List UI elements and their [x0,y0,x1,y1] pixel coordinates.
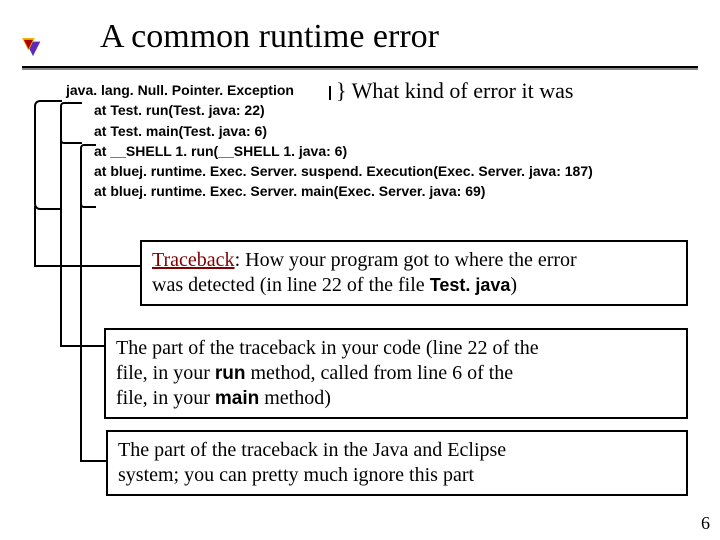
page-number: 6 [701,513,710,534]
callout-user-code: The part of the traceback in your code (… [104,328,688,419]
logo-icon [22,38,44,58]
connector-line [60,140,62,346]
stack-line: at bluej. runtime. Exec. Server. suspend… [66,161,593,181]
text: ) [510,274,517,296]
slide-root: A common runtime error java. lang. Null.… [0,0,720,540]
slide-title: A common runtime error [100,18,439,56]
callout-traceback: Traceback: How your program got to where… [140,240,688,306]
bracket-system-icon [80,144,96,208]
connector-line [34,206,36,266]
text: file, in your [116,362,215,384]
text: was detected (in line 22 of the file [152,274,430,296]
text: The part of the traceback in the Java an… [118,439,506,461]
text: method, called from line 6 of the [245,362,513,384]
connector-line [80,204,82,462]
text: The part of the traceback in your code (… [116,337,539,359]
connector-line [60,345,104,347]
filename-code: Test. java [430,275,511,295]
text: method) [259,387,331,409]
stack-line: at Test. main(Test. java: 6) [66,121,593,141]
bracket-usercode-icon [60,102,82,144]
text: system; you can pretty much ignore this … [118,464,474,486]
annotation-error-kind: } What kind of error it was [336,78,573,104]
text: file, in your [116,387,215,409]
stack-line: at __SHELL 1. run(__SHELL 1. java: 6) [66,141,593,161]
method-code: main [215,388,259,409]
method-code: run [215,363,246,384]
connector-line [80,460,106,462]
stack-line: at bluej. runtime. Exec. Server. main(Ex… [66,181,593,201]
title-rule [22,66,698,68]
traceback-term: Traceback [152,249,235,271]
brace-right-icon [317,86,331,100]
text: : How your program got to where the erro… [235,249,577,271]
callout-system-code: The part of the traceback in the Java an… [106,430,688,496]
connector-line [34,265,140,267]
bracket-traceback-icon [34,100,62,210]
